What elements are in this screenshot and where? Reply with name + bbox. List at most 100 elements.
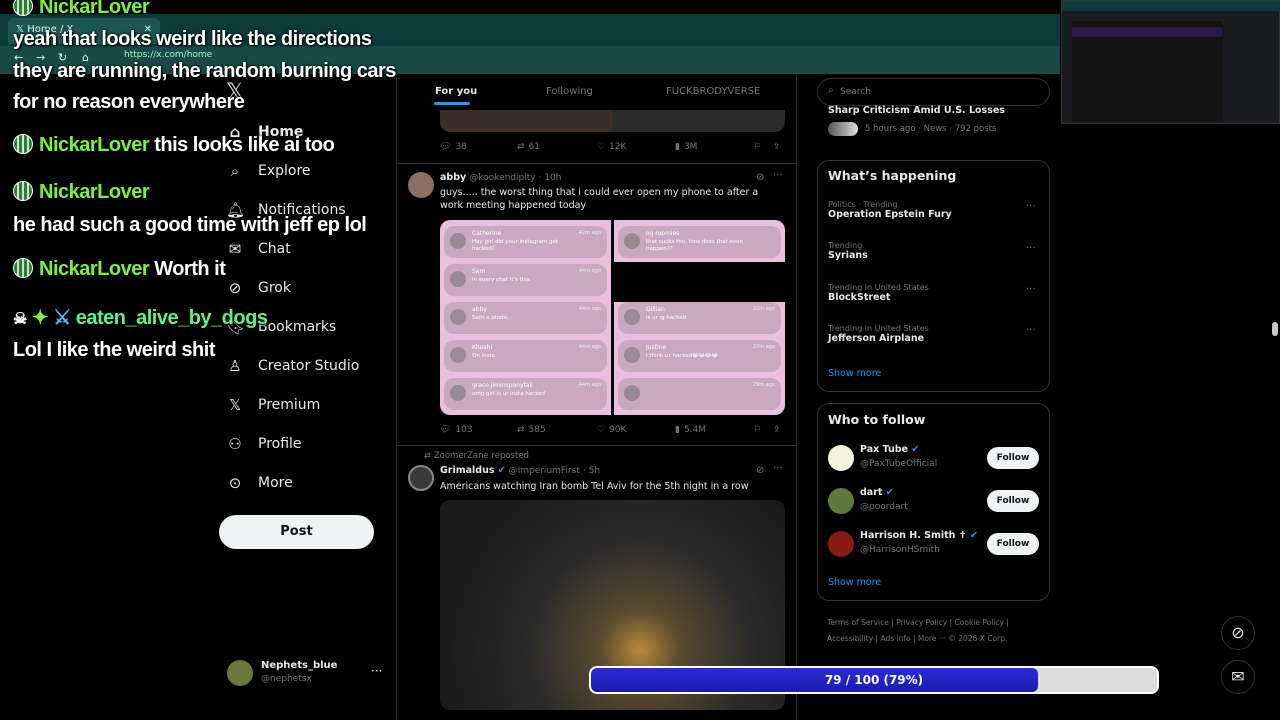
scrollbar-thumb[interactable] bbox=[1272, 322, 1278, 336]
tab-following[interactable]: Following bbox=[546, 86, 593, 97]
grok-post-icon[interactable]: ⊘ bbox=[756, 465, 764, 476]
repost-button[interactable]: ⇄ 61 bbox=[517, 142, 540, 152]
trend-item[interactable]: Trending in United States BlockStreet bbox=[828, 283, 929, 303]
watermelon-badge-icon bbox=[13, 181, 33, 201]
follow-button[interactable]: Follow bbox=[987, 447, 1039, 469]
nav-profile[interactable]: ⚇ Profile bbox=[226, 435, 301, 453]
post-button[interactable]: Post bbox=[219, 515, 374, 549]
more-dots-icon[interactable]: ··· bbox=[1026, 243, 1036, 254]
trend-item[interactable]: Politics · Trending Operation Epstein Fur… bbox=[828, 200, 952, 220]
post-time[interactable]: 5h bbox=[589, 466, 600, 476]
x-logo-icon: 𝕏 bbox=[228, 396, 242, 414]
account-name[interactable]: Pax Tube ✔ bbox=[860, 444, 919, 455]
author-handle[interactable]: @kookendipity bbox=[469, 173, 535, 183]
trend-item[interactable]: Trending in United States Jefferson Airpl… bbox=[828, 324, 929, 344]
dm-message: is ur ig hacked bbox=[646, 315, 687, 321]
dm-message bbox=[646, 391, 746, 407]
like-button[interactable]: ♡ 12K bbox=[597, 142, 626, 152]
footer-link[interactable]: Privacy Policy bbox=[896, 618, 947, 627]
nav-explore[interactable]: ⌕ Explore bbox=[226, 162, 311, 180]
messages-fab-icon[interactable]: ✉ bbox=[1221, 660, 1255, 694]
dm-message: that sucks tho, how does that even happe… bbox=[646, 239, 743, 252]
more-dots-icon[interactable]: ··· bbox=[1026, 201, 1036, 212]
preview-titlebar bbox=[1062, 1, 1280, 11]
news-title[interactable]: Sharp Criticism Amid U.S. Losses bbox=[828, 105, 1005, 116]
avatar bbox=[450, 347, 466, 363]
dm-name: Khushi bbox=[472, 344, 493, 351]
verified-badge-icon: ✔ bbox=[970, 530, 978, 541]
share-icon[interactable]: ⇪ bbox=[773, 425, 781, 435]
avatar[interactable] bbox=[828, 445, 854, 471]
follow-button[interactable]: Follow bbox=[987, 533, 1039, 555]
chat-message: they are running, the random burning car… bbox=[13, 60, 396, 82]
avatar[interactable] bbox=[828, 531, 854, 557]
avatar[interactable] bbox=[408, 172, 434, 198]
views-button[interactable]: ▮ 5.4M bbox=[675, 425, 706, 435]
footer-link[interactable]: Terms of Service bbox=[827, 618, 889, 627]
tab-fuckbrodyverse[interactable]: FUCKBRODYVERSE bbox=[666, 86, 760, 97]
views-button[interactable]: ▮ 3M bbox=[675, 142, 697, 152]
account-handle[interactable]: @HarrisonHSmith bbox=[860, 545, 940, 555]
bookmark-post-icon[interactable]: ⚐ bbox=[753, 425, 761, 435]
more-dots-icon[interactable]: ··· bbox=[371, 664, 382, 678]
dm-message: I think ur hacked😂😂😂😂 bbox=[646, 353, 718, 359]
dm-time: 27m ago bbox=[752, 344, 775, 350]
grok-fab-icon[interactable]: ⊘ bbox=[1221, 616, 1255, 650]
section-title: Who to follow bbox=[828, 412, 926, 427]
account-switcher[interactable]: Nephets_blue @nephetsx ··· bbox=[227, 660, 387, 690]
reply-icon: 💬︎ bbox=[440, 425, 452, 435]
avatar[interactable] bbox=[828, 488, 854, 514]
nav-more[interactable]: ⊙ More bbox=[226, 474, 293, 492]
footer-link[interactable]: Ads info bbox=[880, 634, 910, 643]
mail-icon: ✉ bbox=[228, 240, 242, 258]
more-dots-icon[interactable]: ··· bbox=[773, 170, 783, 181]
nav-premium[interactable]: 𝕏 Premium bbox=[226, 396, 320, 414]
footer-link[interactable]: Accessibility bbox=[827, 634, 873, 643]
follow-button[interactable]: Follow bbox=[987, 490, 1039, 512]
footer-link[interactable]: More ··· bbox=[918, 634, 946, 643]
like-button[interactable]: ♡ 90K bbox=[597, 425, 626, 435]
post-header: abby @kookendipity · 10h bbox=[440, 172, 562, 183]
share-icon[interactable]: ⇪ bbox=[773, 142, 781, 152]
watermelon-badge-icon bbox=[13, 134, 33, 154]
account-handle[interactable]: @poordart bbox=[860, 502, 908, 512]
nav-chat[interactable]: ✉ Chat bbox=[226, 240, 291, 258]
nav-grok[interactable]: ⊘ Grok bbox=[226, 279, 291, 297]
nav-creator-studio[interactable]: ♙ Creator Studio bbox=[226, 357, 359, 375]
watermelon-badge-icon bbox=[13, 0, 33, 16]
more-dots-icon[interactable]: ··· bbox=[1026, 284, 1036, 295]
preview-header bbox=[1072, 27, 1222, 37]
avatar bbox=[624, 233, 640, 249]
watermelon-badge-icon bbox=[13, 258, 33, 278]
repost-button[interactable]: ⇄ 585 bbox=[517, 425, 546, 435]
show-more-link[interactable]: Show more bbox=[828, 368, 881, 379]
tab-for-you[interactable]: For you bbox=[435, 86, 477, 97]
more-dots-icon[interactable]: ··· bbox=[1026, 325, 1036, 336]
account-handle[interactable]: @PaxTubeOfficial bbox=[860, 459, 937, 469]
avatar bbox=[624, 385, 640, 401]
reply-button[interactable]: 💬︎ 38 bbox=[440, 142, 467, 152]
post-image[interactable]: Catherine Hey girl did your instagram get… bbox=[440, 220, 785, 415]
post-time[interactable]: 10h bbox=[544, 173, 561, 183]
avatar[interactable] bbox=[408, 465, 434, 491]
search-box[interactable]: ⌕ Search bbox=[817, 78, 1050, 106]
show-more-link[interactable]: Show more bbox=[828, 577, 881, 588]
repost-indicator[interactable]: ⇄ ZoomerZane reposted bbox=[424, 451, 529, 461]
footer-link[interactable]: Cookie Policy bbox=[955, 618, 1004, 627]
search-input[interactable]: Search bbox=[840, 87, 871, 97]
divider bbox=[397, 163, 796, 164]
author-handle[interactable]: @ImperiumFirst bbox=[509, 466, 580, 476]
account-name[interactable]: dart ✔ bbox=[860, 487, 894, 498]
reply-button[interactable]: 💬︎ 103 bbox=[440, 425, 473, 435]
trend-item[interactable]: Trending Syrians bbox=[828, 241, 868, 261]
author-name[interactable]: abby bbox=[440, 172, 466, 183]
grok-post-icon[interactable]: ⊘ bbox=[756, 172, 764, 183]
dm-name: abby bbox=[472, 306, 487, 313]
bookmark-post-icon[interactable]: ⚐ bbox=[753, 142, 761, 152]
repost-icon: ⇄ bbox=[517, 425, 525, 435]
more-dots-icon[interactable]: ··· bbox=[773, 463, 783, 474]
author-name[interactable]: Grimaldus bbox=[440, 465, 495, 476]
post-media[interactable] bbox=[440, 110, 785, 132]
skull-badge-icon: ☠ bbox=[13, 311, 27, 328]
account-name[interactable]: Harrison H. Smith ✝ ✔ bbox=[860, 530, 978, 541]
